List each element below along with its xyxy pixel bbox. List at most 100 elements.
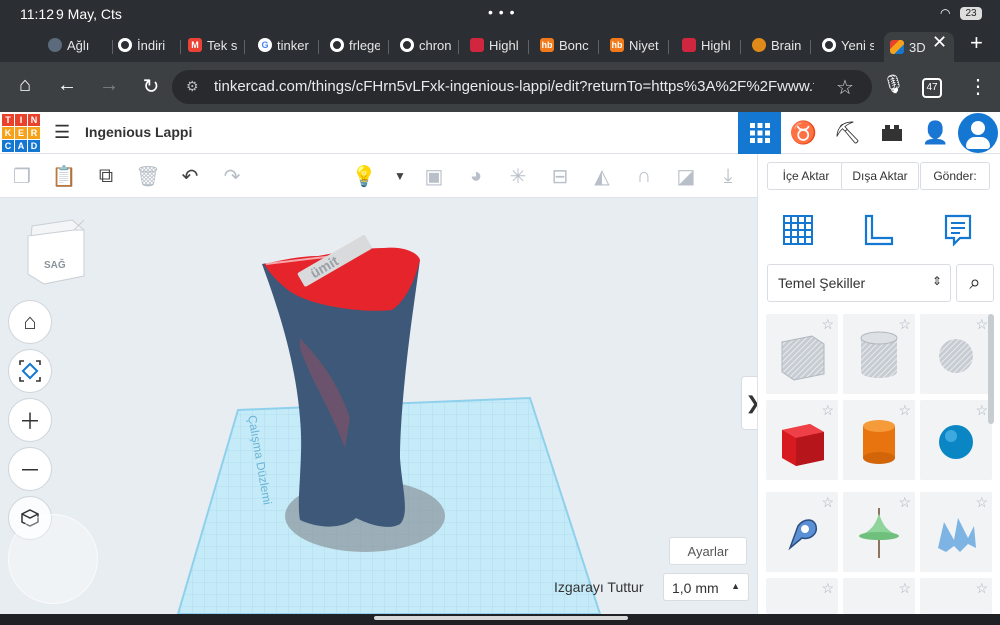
- bricks-view-button[interactable]: [870, 112, 913, 154]
- notes-icon[interactable]: [936, 208, 980, 252]
- edit-toolbar: ❐ 📋 ⧉ 🗑 ↶ ↷ 💡 ▼ ▣ ◕ ✳ ⊟ ◭ ∩ ◪ ⤓: [0, 154, 757, 198]
- shape-box[interactable]: ☆: [766, 400, 838, 480]
- tab-label: Highl: [701, 37, 731, 53]
- reload-icon[interactable]: ↻: [138, 74, 164, 99]
- avatar[interactable]: [958, 113, 998, 153]
- 3d-design-view-button[interactable]: [738, 112, 781, 154]
- cruise-icon[interactable]: ✳: [504, 162, 532, 190]
- export-button[interactable]: Dışa Aktar: [841, 162, 919, 190]
- gmail-icon: M: [188, 38, 202, 52]
- snap-grid-select[interactable]: 1,0 mm ▲: [663, 573, 749, 601]
- favorite-star-icon[interactable]: ☆: [898, 580, 911, 597]
- undo-icon[interactable]: ↶: [176, 162, 204, 190]
- blocks-view-button[interactable]: ♉: [782, 112, 825, 154]
- browser-tab-strip: Ağlı İndiri M Tek s Gtinker frlege chron …: [0, 28, 1000, 62]
- shape-text[interactable]: ☆: [920, 492, 992, 572]
- google-icon: G: [258, 38, 272, 52]
- browser-tab[interactable]: Highl: [682, 32, 734, 58]
- shape-partial[interactable]: ☆: [920, 578, 992, 614]
- url-text[interactable]: tinkercad.com/things/cFHrn5vLFxk-ingenio…: [214, 78, 814, 95]
- browser-tab[interactable]: Gtinker: [258, 32, 312, 58]
- bookmark-star-icon[interactable]: ☆: [836, 75, 854, 100]
- zoom-out-button[interactable]: －: [8, 447, 52, 491]
- design-title[interactable]: Ingenious Lappi: [85, 124, 192, 140]
- browser-tab[interactable]: hb Niyet: [610, 32, 662, 58]
- light-bulb-icon[interactable]: 💡: [350, 162, 378, 190]
- import-button[interactable]: İçe Aktar: [767, 162, 845, 190]
- mirror-icon[interactable]: ◭: [588, 162, 616, 190]
- zoom-in-button[interactable]: ＋: [8, 398, 52, 442]
- duplicate-icon[interactable]: ⧉: [92, 162, 120, 190]
- copy-icon[interactable]: ❐: [8, 162, 36, 190]
- browser-tab[interactable]: Yeni s: [822, 32, 874, 58]
- shape-partial[interactable]: ☆: [843, 578, 915, 614]
- tinkercad-logo[interactable]: T I N K E R C A D: [2, 114, 40, 152]
- home-icon[interactable]: ⌂: [12, 74, 38, 97]
- logo-letter: N: [28, 114, 40, 126]
- browser-tab[interactable]: Brain: [752, 32, 804, 58]
- shape-scribble[interactable]: ☆: [766, 492, 838, 572]
- browser-tab[interactable]: frlege: [330, 32, 380, 58]
- home-view-button[interactable]: ⌂: [8, 300, 52, 344]
- logo-letter: E: [15, 127, 27, 139]
- shape-sphere-hole[interactable]: ☆: [920, 314, 992, 394]
- workplane-tool-icon[interactable]: ◪: [672, 162, 700, 190]
- multitask-dots-icon[interactable]: • • •: [488, 4, 515, 20]
- chevron-down-icon[interactable]: ▼: [386, 162, 414, 190]
- delete-icon[interactable]: 🗑: [134, 162, 162, 190]
- favorite-star-icon[interactable]: ☆: [821, 580, 834, 597]
- shape-box-hole[interactable]: ☆: [766, 314, 838, 394]
- magnet-icon[interactable]: ∩: [630, 162, 658, 190]
- ungroup-icon[interactable]: ◕: [462, 162, 490, 190]
- send-to-button[interactable]: Gönder:: [920, 162, 990, 190]
- plus-icon: ＋: [18, 409, 41, 434]
- favorite-star-icon[interactable]: ☆: [975, 580, 988, 597]
- browser-tab[interactable]: İndiri: [118, 32, 176, 58]
- workplane-viewport[interactable]: Çalışma Düzlemi ümit: [0, 198, 757, 614]
- browser-tab[interactable]: Ağlı: [48, 32, 110, 58]
- view-cube[interactable]: SAĞ: [22, 216, 88, 286]
- back-arrow-icon[interactable]: ←: [54, 74, 80, 97]
- shape-search-button[interactable]: ⌕: [956, 264, 994, 302]
- forward-arrow-icon[interactable]: →: [96, 74, 122, 97]
- pickaxe-icon: ⛏: [833, 120, 862, 145]
- panel-scrollbar[interactable]: [988, 314, 994, 424]
- home-indicator[interactable]: [374, 616, 628, 620]
- select-arrows-icon: ⇕: [931, 274, 942, 288]
- shape-cylinder-hole[interactable]: ☆: [843, 314, 915, 394]
- address-bar[interactable]: ⚙ tinkercad.com/things/cFHrn5vLFxk-ingen…: [172, 70, 872, 104]
- shape-sphere[interactable]: ☆: [920, 400, 992, 480]
- fit-view-button[interactable]: [8, 349, 52, 393]
- new-tab-icon[interactable]: +: [970, 30, 983, 56]
- close-tab-icon[interactable]: ✕: [932, 32, 947, 53]
- chrome-icon: [330, 38, 344, 52]
- pickaxe-view-button[interactable]: ⛏: [826, 112, 869, 154]
- invite-user-button[interactable]: 👤: [914, 112, 957, 154]
- align-icon[interactable]: ⊟: [546, 162, 574, 190]
- shape-spinner[interactable]: ☆: [843, 492, 915, 572]
- browser-tab[interactable]: Highl: [470, 32, 522, 58]
- paste-icon[interactable]: 📋: [50, 162, 78, 190]
- hb-icon: hb: [540, 38, 554, 52]
- orbit-joystick[interactable]: [8, 514, 98, 604]
- shape-cylinder[interactable]: ☆: [843, 400, 915, 480]
- group-icon[interactable]: ▣: [420, 162, 448, 190]
- shape-category-select[interactable]: Temel Şekiller ⇕: [767, 264, 951, 302]
- redo-icon[interactable]: ↷: [218, 162, 246, 190]
- grid-panel-icon[interactable]: [776, 208, 820, 252]
- browser-tab[interactable]: hb Bonc: [540, 32, 592, 58]
- drop-icon[interactable]: ⤓: [714, 162, 742, 190]
- site-settings-icon[interactable]: ⚙: [186, 78, 199, 95]
- browser-tab[interactable]: M Tek s: [188, 32, 240, 58]
- design-list-icon[interactable]: ☰: [54, 122, 70, 143]
- tab-label: chron: [419, 37, 452, 53]
- more-menu-icon[interactable]: ⋮: [968, 74, 988, 99]
- ruler-icon[interactable]: [856, 208, 900, 252]
- tab-favicon-icon: [48, 38, 62, 52]
- microphone-icon[interactable]: 🎙: [882, 74, 905, 95]
- highlights-icon: [470, 38, 484, 52]
- settings-button[interactable]: Ayarlar: [669, 537, 747, 565]
- tab-count-button[interactable]: 47: [922, 78, 942, 98]
- shape-partial[interactable]: ☆: [766, 578, 838, 614]
- browser-tab[interactable]: chron: [400, 32, 452, 58]
